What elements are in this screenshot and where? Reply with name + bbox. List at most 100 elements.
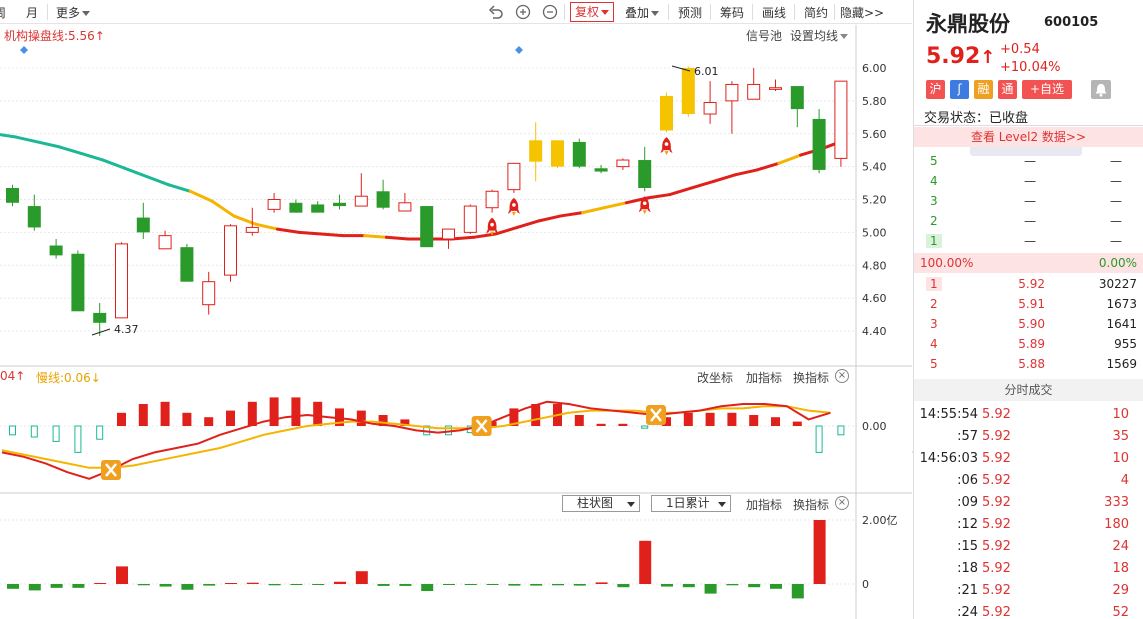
signal-pool-button[interactable]: 信号池 [746, 27, 782, 44]
candle [442, 228, 455, 249]
volume-bar [595, 582, 608, 584]
cross-signal-mark [475, 419, 488, 433]
tick-row: :24 5.92 52 [914, 602, 1143, 619]
price-tick-label: 4.40 [862, 325, 887, 338]
volume-bar [355, 571, 368, 584]
macd-bar [749, 415, 759, 426]
ask-level: 1 [926, 234, 942, 248]
macd-bar [487, 421, 497, 426]
undo-icon[interactable] [488, 4, 504, 20]
macd-bar [291, 397, 301, 426]
macd-add-indicator-button[interactable]: 加指标 [746, 369, 782, 386]
candle [398, 192, 412, 212]
macd-bar [160, 401, 170, 426]
period-week-tab[interactable]: 周 [0, 4, 6, 21]
volume-bar [246, 582, 259, 584]
vol-add-indicator-button[interactable]: 加指标 [746, 496, 782, 513]
rocket-icon [507, 197, 520, 216]
bid-level: 5 [930, 357, 938, 371]
hide-panel-button[interactable]: 隐藏>> [840, 4, 884, 21]
candle [725, 81, 739, 134]
candle [572, 138, 586, 169]
candle-body [812, 118, 826, 170]
more-periods-dropdown[interactable]: 更多 [56, 4, 91, 21]
tick-volume: 24 [1112, 539, 1129, 554]
candle-body [681, 68, 695, 115]
chevron-down-icon [651, 11, 660, 16]
forecast-button[interactable]: 预测 [678, 4, 702, 21]
price-tick-label: 4.80 [862, 259, 887, 272]
vol-switch-indicator-button[interactable]: 换指标 [793, 496, 829, 513]
chart-type-label: 柱状图 [577, 496, 614, 510]
zoom-in-icon[interactable] [515, 4, 531, 20]
volume-bar [377, 584, 390, 586]
set-ma-dropdown[interactable]: 设置均线 [790, 27, 849, 44]
tick-price: 5.92 [982, 561, 1011, 576]
tick-volume: 29 [1112, 583, 1129, 598]
chart-type-dropdown[interactable]: 柱状图 [562, 495, 640, 512]
bid-volume: 1673 [1106, 297, 1137, 311]
candle-body [638, 160, 652, 188]
ask-level: 2 [930, 214, 938, 228]
level2-link[interactable]: 查看 Level2 数据>> [914, 127, 1143, 147]
zoom-out-icon[interactable] [542, 4, 558, 20]
bid-level: 3 [930, 317, 938, 331]
ma-line-segment [537, 214, 563, 223]
rocket-icon [638, 196, 651, 215]
ask-row: 2 — — [914, 211, 1143, 231]
bid-price: 5.89 [1018, 337, 1045, 351]
candle-body [136, 217, 150, 233]
close-volume-icon[interactable]: × [835, 496, 849, 510]
chevron-down-icon [718, 502, 726, 507]
ask-level: 3 [930, 194, 938, 208]
macd-bar [837, 425, 845, 436]
macd-left-label: 04↑ [0, 369, 26, 383]
chart-toolbar: 周 月 更多 复权 叠加 预测 筹码 画线 简约 隐藏>> [0, 0, 912, 24]
toolbar-divider [710, 4, 711, 20]
ma-line-segment [646, 193, 672, 200]
candle-body [703, 102, 717, 115]
bell-icon[interactable] [1091, 80, 1111, 99]
volume-bar [72, 584, 85, 588]
toolbar-divider [564, 4, 565, 20]
macd-switch-indicator-button[interactable]: 换指标 [793, 369, 829, 386]
bid-level: 2 [930, 297, 938, 311]
price-tick-label: 5.00 [862, 226, 887, 239]
macd-bar [815, 425, 823, 453]
shanghai-tag: 沪 [926, 80, 945, 99]
overlay-dropdown[interactable]: 叠加 [625, 4, 660, 21]
tick-time: :57 [957, 429, 978, 444]
close-macd-icon[interactable]: × [835, 369, 849, 383]
lightning-icon: ʃ [950, 80, 969, 99]
chevron-down-icon [627, 502, 635, 507]
ma-line-segment [14, 135, 40, 144]
price-tick-label: 5.80 [862, 95, 887, 108]
macd-bar [683, 412, 693, 426]
fuquan-dropdown[interactable]: 复权 [570, 2, 615, 22]
bid-level: 1 [926, 277, 942, 291]
divider [914, 125, 1143, 126]
candle-body [202, 281, 216, 306]
high-pointer [671, 65, 691, 72]
add-watchlist-button[interactable]: +自选 [1022, 80, 1072, 99]
candle [638, 146, 652, 192]
ma-line-segment [624, 196, 650, 205]
period-month-tab[interactable]: 月 [26, 4, 38, 21]
accum-dropdown[interactable]: 1日累计 [651, 495, 731, 512]
macd-bar [618, 423, 628, 426]
cross-signal-mark [105, 463, 117, 477]
candle [93, 303, 107, 336]
candle-body [376, 191, 390, 208]
simple-mode-button[interactable]: 简约 [804, 4, 828, 21]
volume-bar [203, 584, 216, 586]
draw-line-button[interactable]: 画线 [762, 4, 786, 21]
candle [354, 173, 368, 207]
change-axis-button[interactable]: 改坐标 [697, 369, 733, 386]
chips-button[interactable]: 筹码 [720, 4, 744, 21]
macd-bar [400, 419, 410, 426]
tick-row: :18 5.92 18 [914, 558, 1143, 580]
candle [616, 158, 630, 170]
ask-volume: — [1110, 154, 1122, 168]
ma-line-segment [777, 153, 803, 165]
candle-body [49, 245, 63, 256]
